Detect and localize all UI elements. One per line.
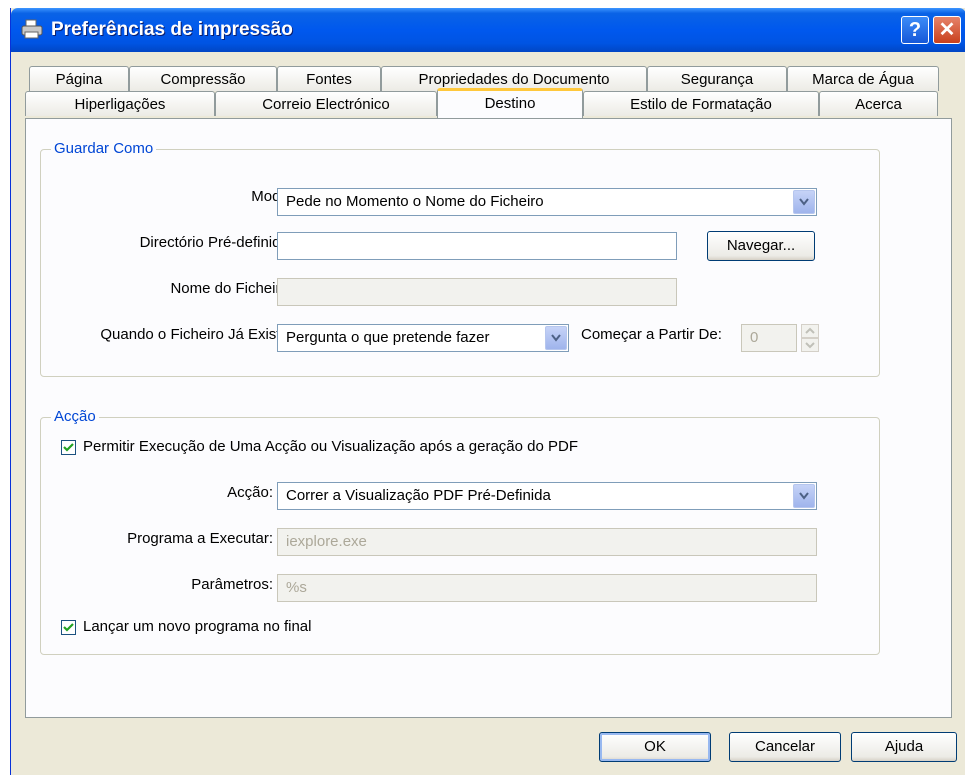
filename-input[interactable] (277, 278, 677, 306)
dialog-window: Preferências de impressão ? ✕ Página Com… (10, 8, 965, 775)
chevron-down-icon[interactable] (793, 190, 815, 214)
action-label: Acção: (227, 484, 273, 501)
browse-button[interactable]: Navegar... (707, 231, 815, 261)
program-label: Programa a Executar: (127, 530, 273, 547)
mode-value: Pede no Momento o Nome do Ficheiro (286, 193, 544, 210)
checkmark-icon (63, 623, 74, 632)
launch-program-checkbox[interactable] (61, 620, 76, 635)
file-exists-value: Pergunta o que pretende fazer (286, 329, 490, 346)
title-bar[interactable]: Preferências de impressão ? ✕ (11, 8, 965, 52)
help-button[interactable]: Ajuda (851, 732, 957, 762)
tab-pagina[interactable]: Página (29, 66, 129, 91)
tab-correio-electronico[interactable]: Correio Electrónico (215, 91, 437, 116)
action-group: Acção Permitir Execução de Uma Acção ou … (40, 408, 880, 655)
printer-icon (21, 19, 43, 39)
default-dir-input[interactable] (277, 232, 677, 260)
tab-destino[interactable]: Destino (437, 88, 583, 118)
parameters-label: Parâmetros: (191, 576, 273, 593)
tab-acerca[interactable]: Acerca (819, 91, 938, 116)
close-button[interactable]: ✕ (933, 16, 961, 44)
chevron-down-icon[interactable] (545, 326, 567, 350)
save-as-group: Guardar Como Modo: Pede no Momento o Nom… (40, 140, 880, 377)
spinner-arrows-icon[interactable] (801, 324, 819, 352)
tab-hiperligacoes[interactable]: Hiperligações (25, 91, 215, 116)
default-dir-label: Directório Pré-definido: (139, 234, 293, 251)
tab-panel-destino: Guardar Como Modo: Pede no Momento o Nom… (25, 118, 952, 718)
parameters-input[interactable]: %s (277, 574, 817, 602)
tab-compressao[interactable]: Compressão (129, 66, 277, 91)
save-as-group-title: Guardar Como (51, 140, 157, 157)
start-from-label: Começar a Partir De: (581, 326, 722, 343)
filename-label: Nome do Ficheiro: (170, 280, 293, 297)
start-from-input[interactable]: 0 (741, 324, 797, 352)
window-title: Preferências de impressão (51, 19, 293, 40)
chevron-down-icon[interactable] (793, 484, 815, 508)
action-value: Correr a Visualização PDF Pré-Definida (286, 487, 551, 504)
allow-action-label[interactable]: Permitir Execução de Uma Acção ou Visual… (83, 438, 578, 455)
action-select[interactable]: Correr a Visualização PDF Pré-Definida (277, 482, 817, 510)
checkmark-icon (63, 443, 74, 452)
tab-estilo-formatacao[interactable]: Estilo de Formatação (583, 91, 819, 116)
ok-button[interactable]: OK (599, 732, 711, 762)
program-input[interactable]: iexplore.exe (277, 528, 817, 556)
tab-fontes[interactable]: Fontes (277, 66, 381, 91)
tab-marca-de-agua[interactable]: Marca de Água (787, 66, 939, 91)
launch-program-label[interactable]: Lançar um novo programa no final (83, 618, 311, 635)
mode-select[interactable]: Pede no Momento o Nome do Ficheiro (277, 188, 817, 216)
allow-action-checkbox[interactable] (61, 440, 76, 455)
tab-seguranca[interactable]: Segurança (647, 66, 787, 91)
file-exists-label: Quando o Ficheiro Já Existe: (100, 326, 293, 343)
file-exists-select[interactable]: Pergunta o que pretende fazer (277, 324, 569, 352)
cancel-button[interactable]: Cancelar (729, 732, 841, 762)
action-group-title: Acção (51, 408, 99, 425)
help-title-button[interactable]: ? (901, 16, 929, 44)
